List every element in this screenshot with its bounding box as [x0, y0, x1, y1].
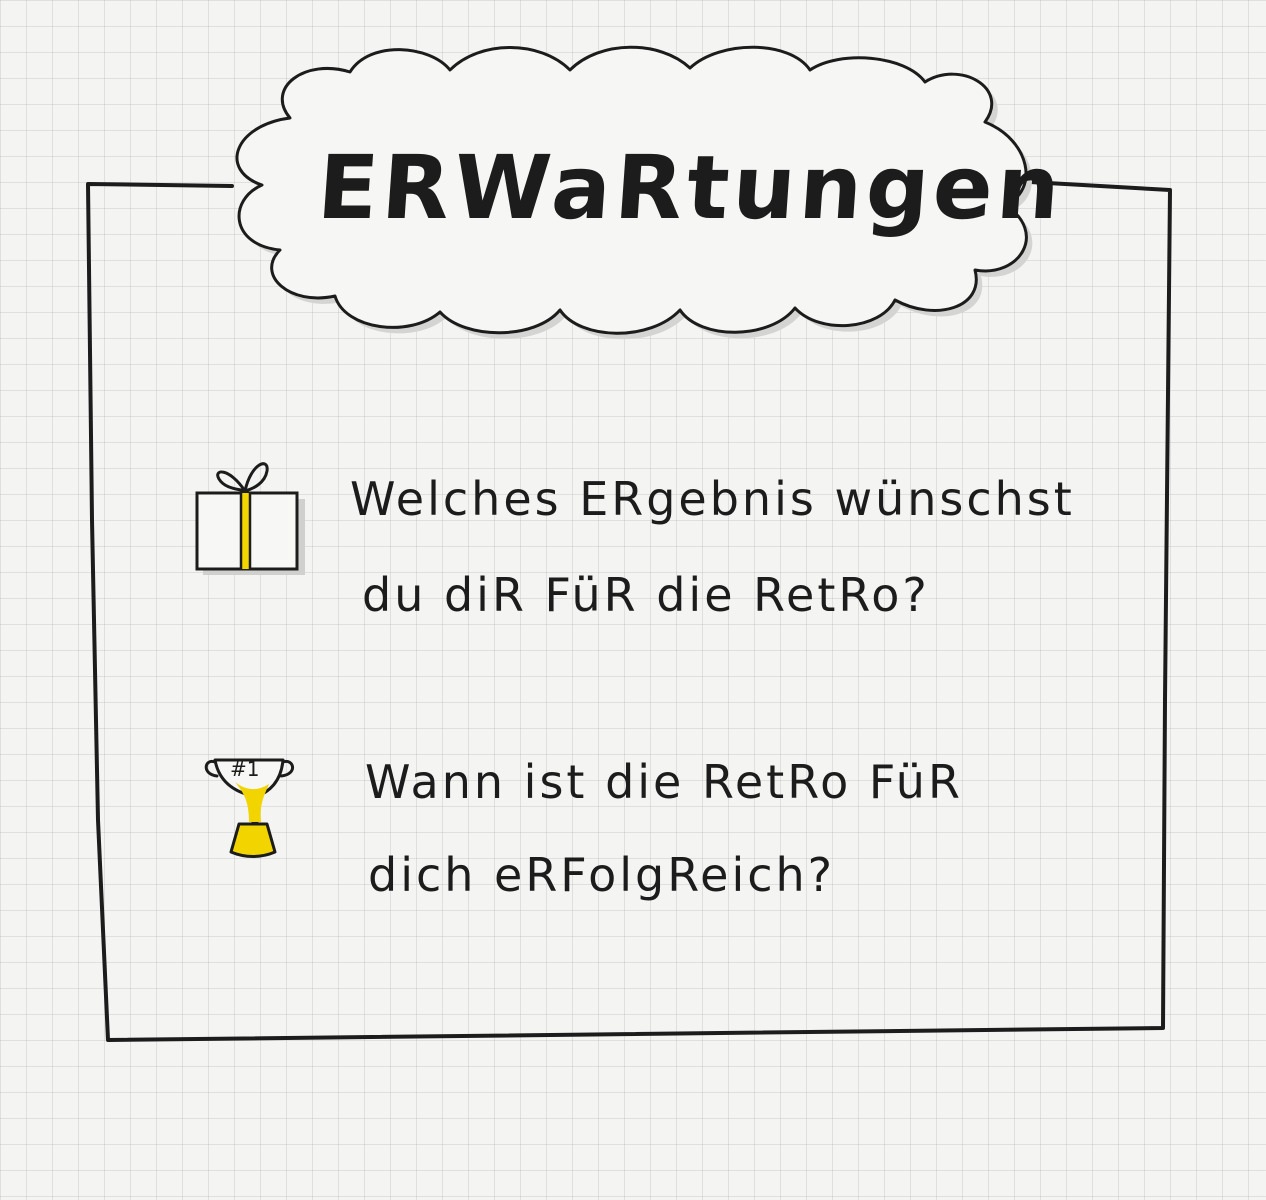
flipchart-sheet: ERWaRtungen Welches ERgebnis wünschst du…: [0, 0, 1266, 1200]
page-title: ERWaRtungen: [314, 136, 1068, 239]
question-2-line-1: Wann ist die RetRo FüR: [365, 755, 963, 809]
trophy-number-label: #1: [230, 757, 260, 781]
question-1-line-2: du diR FüR die RetRo?: [362, 568, 930, 622]
question-2-line-2: dich eRFolgReich?: [368, 848, 836, 902]
gift-icon: [195, 462, 305, 575]
question-1-line-1: Welches ERgebnis wünschst: [350, 472, 1075, 526]
